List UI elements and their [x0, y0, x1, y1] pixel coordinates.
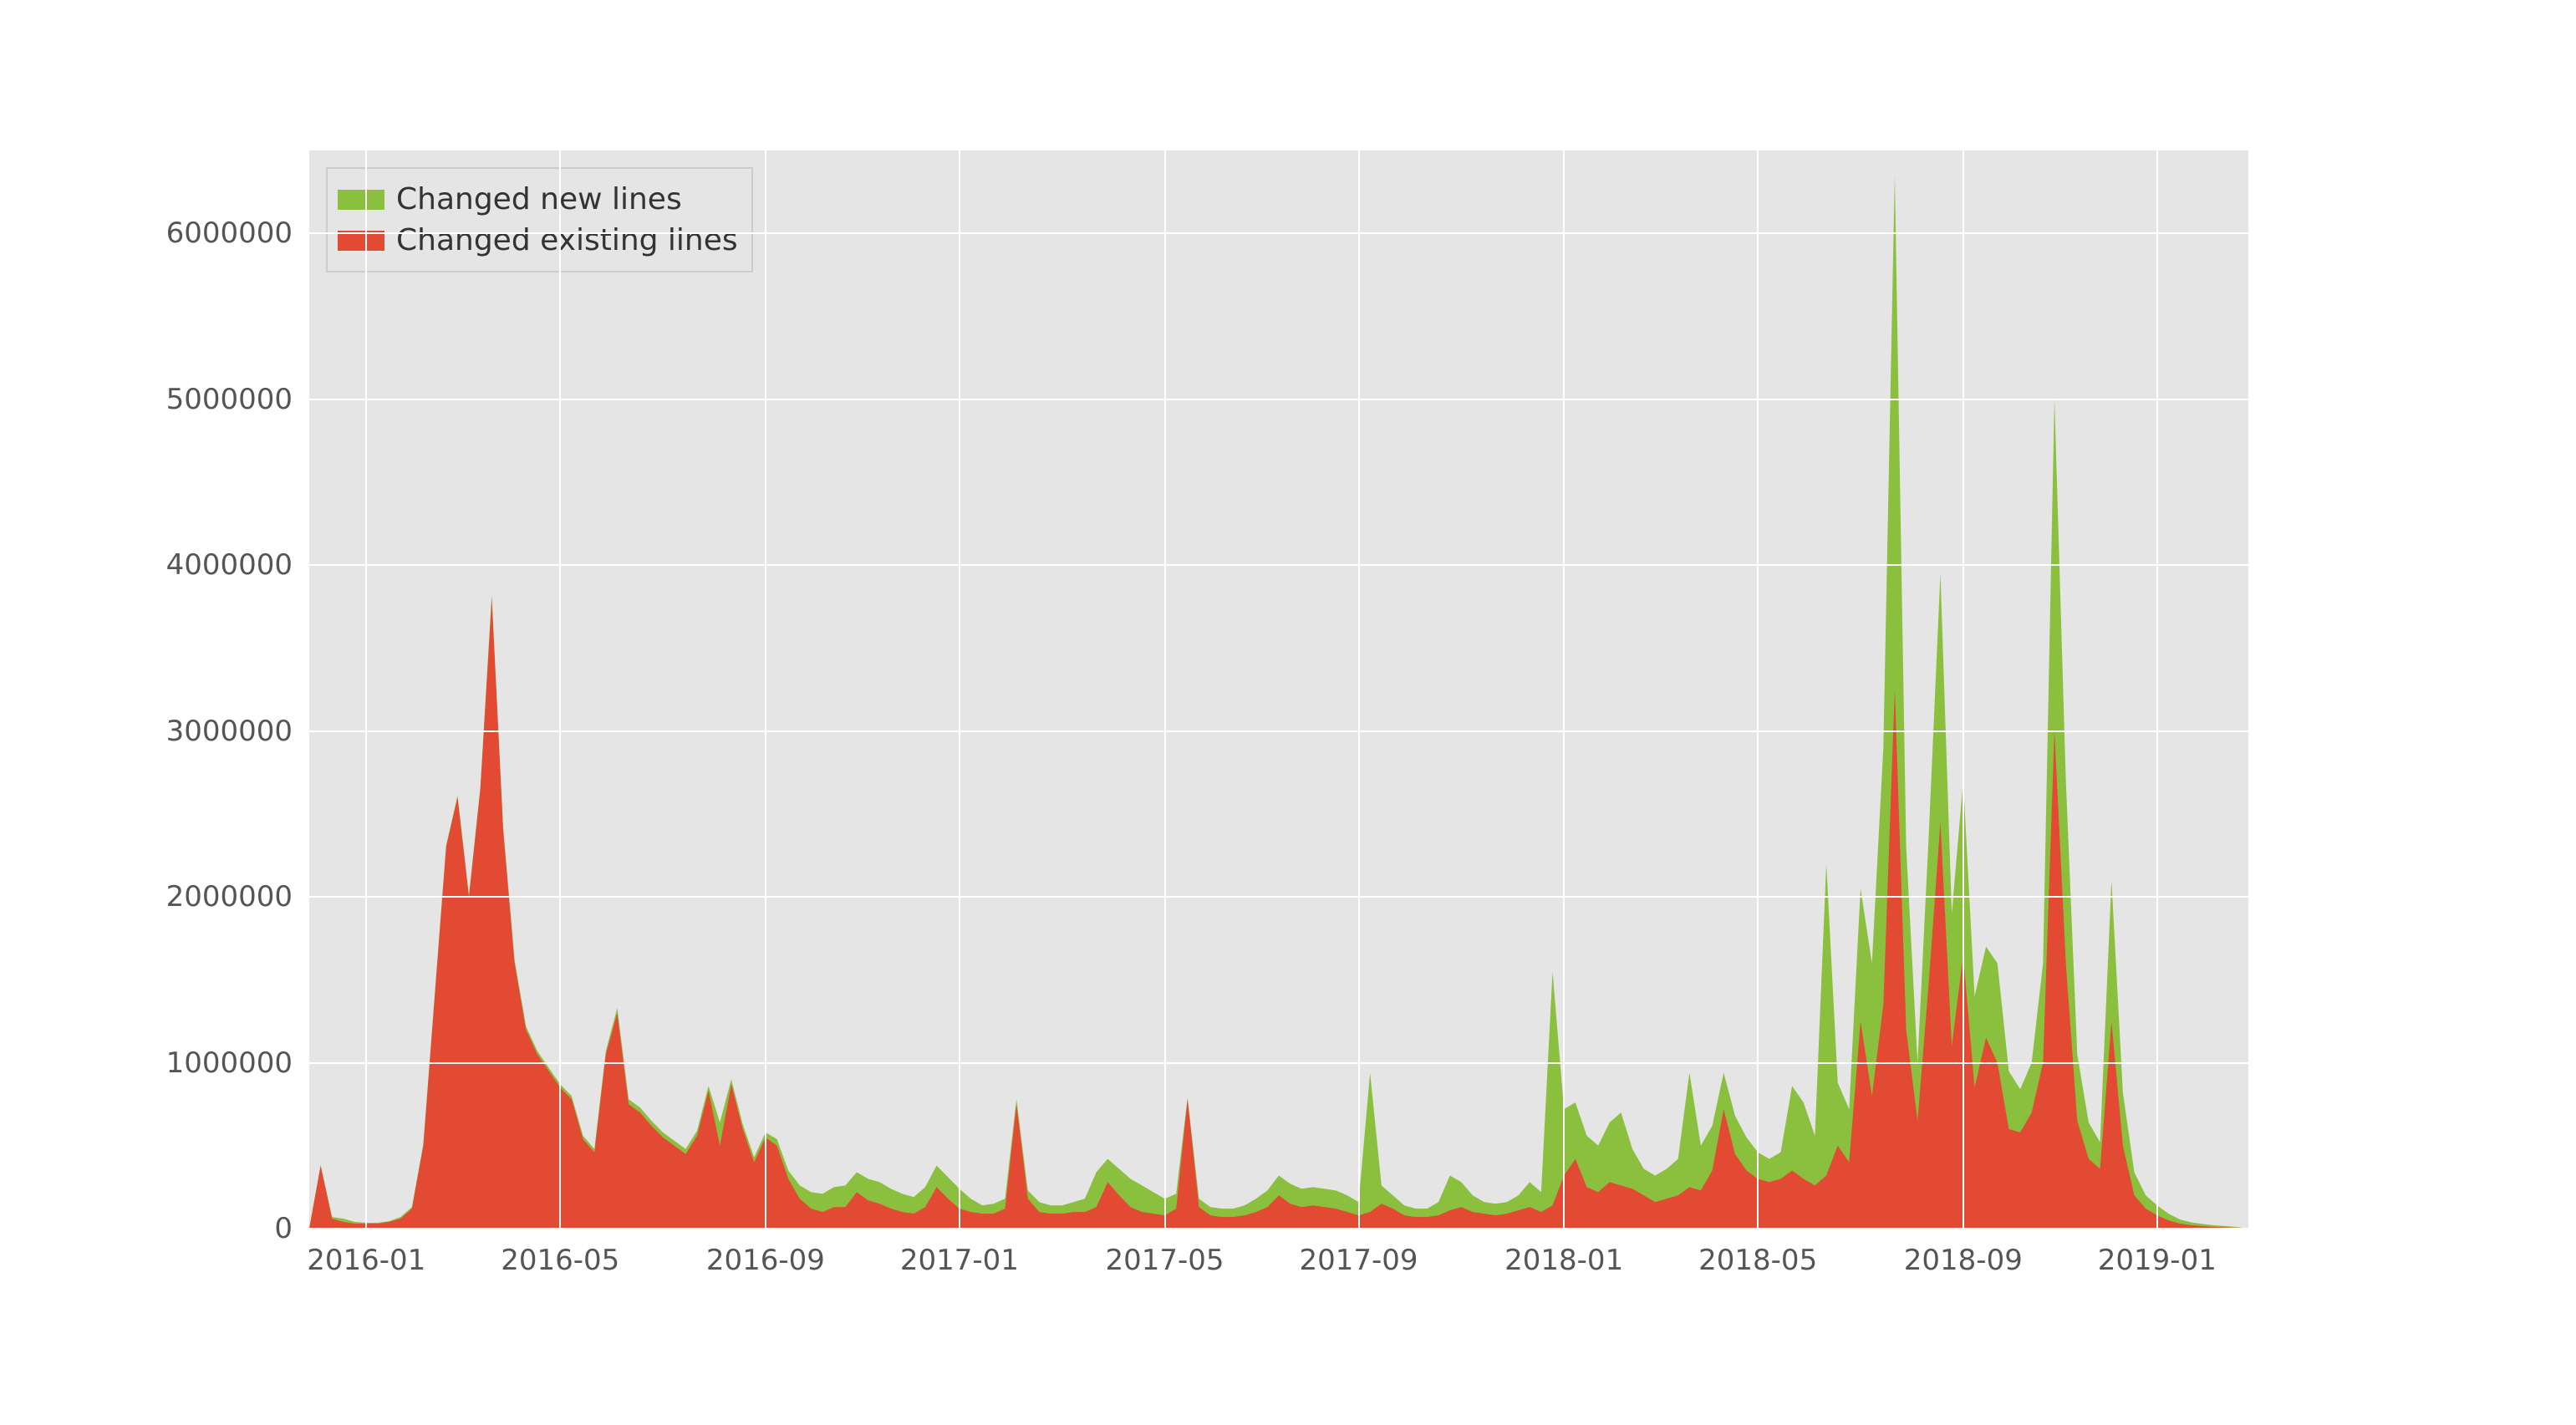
gridline-v — [765, 150, 766, 1229]
area-chart-svg — [309, 150, 2248, 1229]
gridline-h — [309, 564, 2248, 566]
y-tick-label: 5000000 — [109, 383, 293, 416]
y-tick-label: 3000000 — [109, 715, 293, 748]
x-tick-label: 2019-01 — [2098, 1244, 2217, 1277]
x-tick-label: 2017-01 — [900, 1244, 1019, 1277]
legend: Changed new lines Changed existing lines — [326, 167, 753, 272]
y-tick-label: 1000000 — [109, 1046, 293, 1080]
gridline-h — [309, 1228, 2248, 1229]
gridline-h — [309, 399, 2248, 400]
legend-label-existing: Changed existing lines — [396, 223, 738, 257]
plot-area: Changed new lines Changed existing lines — [309, 150, 2248, 1229]
y-tick-label: 6000000 — [109, 216, 293, 250]
gridline-v — [1358, 150, 1360, 1229]
figure: Changed new lines Changed existing lines… — [0, 0, 2576, 1425]
legend-swatch-new — [338, 190, 384, 210]
gridline-v — [959, 150, 960, 1229]
gridline-h — [309, 232, 2248, 234]
x-tick-label: 2016-05 — [501, 1244, 619, 1277]
y-tick-label: 2000000 — [109, 880, 293, 914]
legend-label-new: Changed new lines — [396, 182, 682, 216]
gridline-h — [309, 1062, 2248, 1064]
x-tick-label: 2018-01 — [1504, 1244, 1623, 1277]
gridline-v — [1563, 150, 1565, 1229]
x-tick-label: 2016-01 — [307, 1244, 425, 1277]
y-tick-label: 0 — [109, 1212, 293, 1245]
gridline-h — [309, 896, 2248, 898]
gridline-h — [309, 730, 2248, 732]
legend-entry-new: Changed new lines — [338, 179, 738, 220]
gridline-v — [365, 150, 367, 1229]
legend-entry-existing: Changed existing lines — [338, 220, 738, 261]
gridline-v — [1757, 150, 1759, 1229]
gridline-v — [1164, 150, 1166, 1229]
x-tick-label: 2018-09 — [1904, 1244, 2023, 1277]
gridline-v — [2156, 150, 2158, 1229]
x-tick-label: 2017-09 — [1299, 1244, 1418, 1277]
x-tick-label: 2016-09 — [706, 1244, 825, 1277]
x-tick-label: 2018-05 — [1698, 1244, 1817, 1277]
gridline-v — [559, 150, 561, 1229]
x-tick-label: 2017-05 — [1105, 1244, 1224, 1277]
y-tick-label: 4000000 — [109, 548, 293, 582]
gridline-v — [1963, 150, 1964, 1229]
